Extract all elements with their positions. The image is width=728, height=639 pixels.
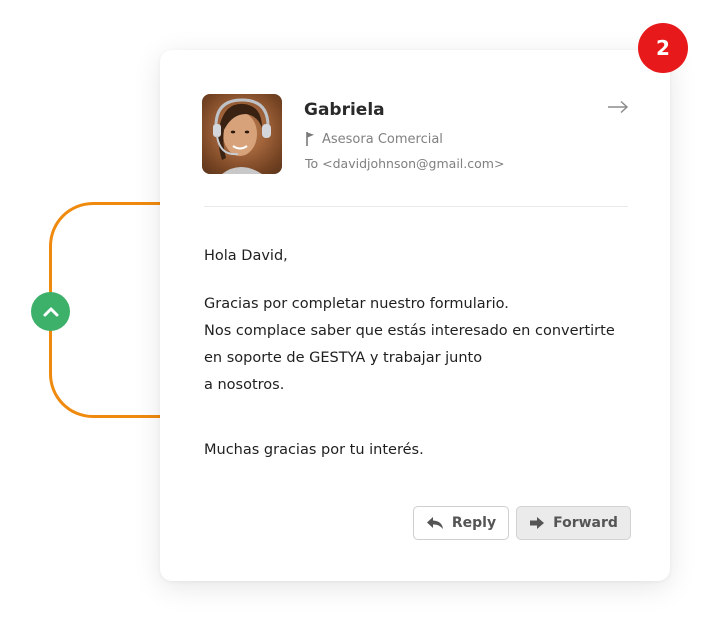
recipient-line: To <davidjohnson@gmail.com>: [305, 156, 505, 171]
chevron-up-icon: [43, 307, 58, 316]
email-body-line: a nosotros.: [204, 377, 285, 393]
email-body: Gracias por completar nuestro formulario…: [204, 291, 615, 399]
notification-badge: 2: [638, 23, 688, 73]
email-body-line: Nos complace saber que estás interesado …: [204, 323, 615, 339]
forward-button[interactable]: Forward: [516, 506, 631, 540]
email-closing: Muchas gracias por tu interés.: [204, 442, 424, 458]
flag-icon: [306, 132, 314, 146]
email-body-line: Gracias por completar nuestro formulario…: [204, 296, 509, 312]
collapse-button[interactable]: [31, 292, 70, 331]
email-body-line: en soporte de GESTYA y trabajar junto: [204, 350, 483, 366]
reply-button[interactable]: Reply: [413, 506, 509, 540]
forward-icon: [530, 517, 545, 529]
sender-role-label: Asesora Comercial: [322, 131, 443, 147]
sender-role: Asesora Comercial: [305, 131, 443, 147]
email-card: Gabriela Asesora Comercial To <davidjohn…: [160, 50, 670, 581]
email-greeting: Hola David,: [204, 248, 288, 264]
header-divider: [204, 206, 628, 207]
arrow-right-icon: [608, 100, 629, 114]
sender-name: Gabriela: [304, 100, 385, 120]
open-email-button[interactable]: [606, 97, 630, 117]
reply-label: Reply: [451, 515, 497, 531]
avatar: [202, 94, 282, 174]
forward-label: Forward: [553, 515, 618, 531]
reply-icon: [426, 517, 443, 529]
